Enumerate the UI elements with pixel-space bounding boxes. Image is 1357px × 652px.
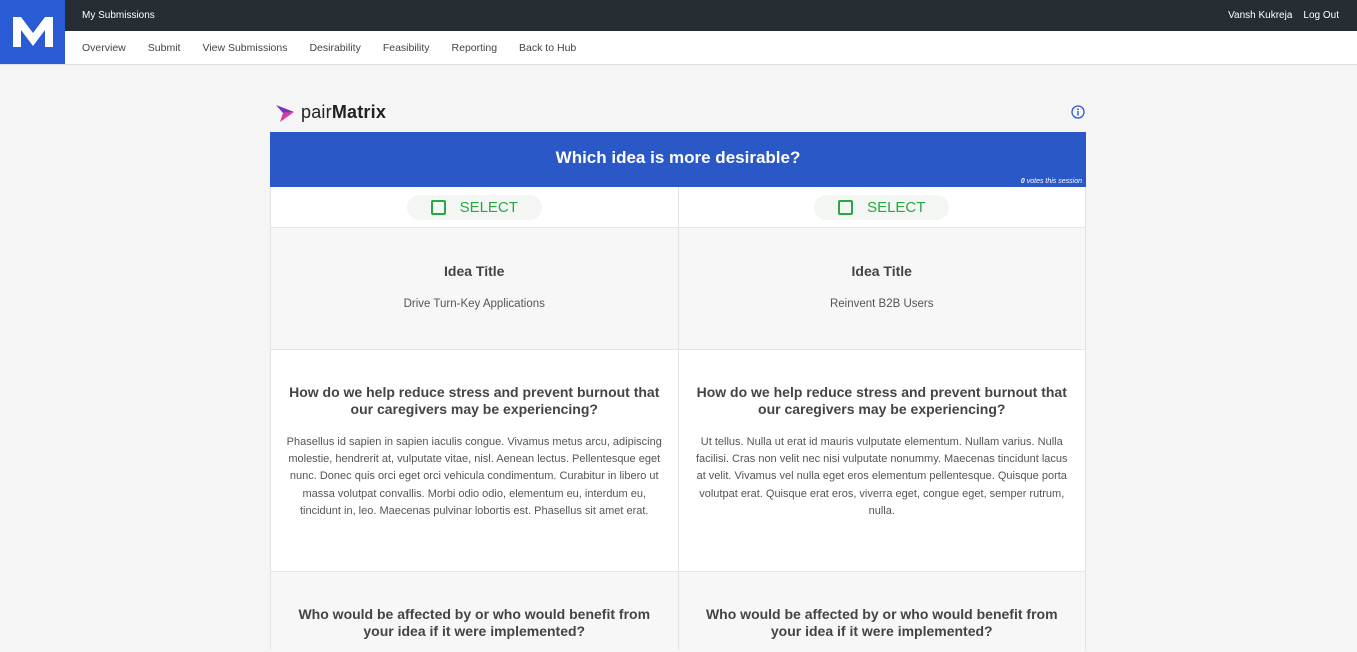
answer-block: Who would be affected by or who would be… [678,572,1085,652]
logout-link[interactable]: Log Out [1303,10,1339,21]
select-label: SELECT [867,198,926,216]
checkbox-icon[interactable] [430,199,446,215]
answer-text: Phasellus id sapien in sapien iaculis co… [286,436,662,517]
question-text: Who would be affected by or who would be… [705,606,1058,639]
idea-title-value: Drive Turn-Key Applications [403,298,545,310]
votes-counter: 0 votes this session [1020,178,1082,185]
idea-title-block: Idea Title Drive Turn-Key Applications [271,228,678,350]
select-row: SELECT [271,187,678,228]
info-icon[interactable] [1071,105,1085,119]
pairmatrix-logo-text: pairMatrix [301,102,387,122]
nav-items: Overview Submit View Submissions Desirab… [82,31,598,64]
nav-overview[interactable]: Overview [82,42,126,54]
idea-column-left: SELECT Idea Title Drive Turn-Key Applica… [270,187,678,652]
nav-view-submissions[interactable]: View Submissions [202,42,287,54]
idea-title-block: Idea Title Reinvent B2B Users [678,228,1085,350]
user-area: Vansh Kukreja Log Out [1228,0,1339,31]
app-logo-icon[interactable] [0,0,65,64]
select-button-left[interactable]: SELECT [406,194,542,220]
question-text: How do we help reduce stress and prevent… [696,384,1067,417]
nav-reporting[interactable]: Reporting [452,42,498,54]
pairmatrix-header: pairMatrix [270,98,1086,128]
nav-bar: Overview Submit View Submissions Desirab… [0,31,1357,65]
top-bar: My Submissions Vansh Kukreja Log Out [0,0,1357,31]
nav-submit[interactable]: Submit [148,42,181,54]
nav-back-to-hub[interactable]: Back to Hub [519,42,576,54]
nav-desirability[interactable]: Desirability [309,42,360,54]
answer-block: How do we help reduce stress and prevent… [678,350,1085,572]
select-button-right[interactable]: SELECT [814,194,950,220]
answer-text: Ut tellus. Nulla ut erat id mauris vulpu… [695,436,1068,517]
question-banner: Which idea is more desirable? 0 votes th… [270,132,1086,187]
question-text: How do we help reduce stress and prevent… [289,384,660,417]
app-title[interactable]: My Submissions [82,0,155,31]
nav-feasibility[interactable]: Feasibility [383,42,430,54]
select-row: SELECT [678,187,1085,228]
idea-title-label: Idea Title [444,263,505,279]
banner-question: Which idea is more desirable? [555,148,801,167]
question-text: Who would be affected by or who would be… [298,606,651,639]
checkbox-icon[interactable] [838,199,854,215]
idea-title-label: Idea Title [851,263,912,279]
user-name[interactable]: Vansh Kukreja [1228,10,1292,21]
pairmatrix-logo-icon [276,104,294,122]
idea-title-value: Reinvent B2B Users [829,298,934,310]
answer-block: How do we help reduce stress and prevent… [271,350,678,572]
pairmatrix-logo: pairMatrix [274,102,386,123]
answer-block: Who would be affected by or who would be… [271,572,678,652]
select-label: SELECT [459,198,518,216]
idea-column-right: SELECT Idea Title Reinvent B2B Users How… [677,187,1086,652]
comparison-columns: SELECT Idea Title Drive Turn-Key Applica… [270,187,1086,652]
